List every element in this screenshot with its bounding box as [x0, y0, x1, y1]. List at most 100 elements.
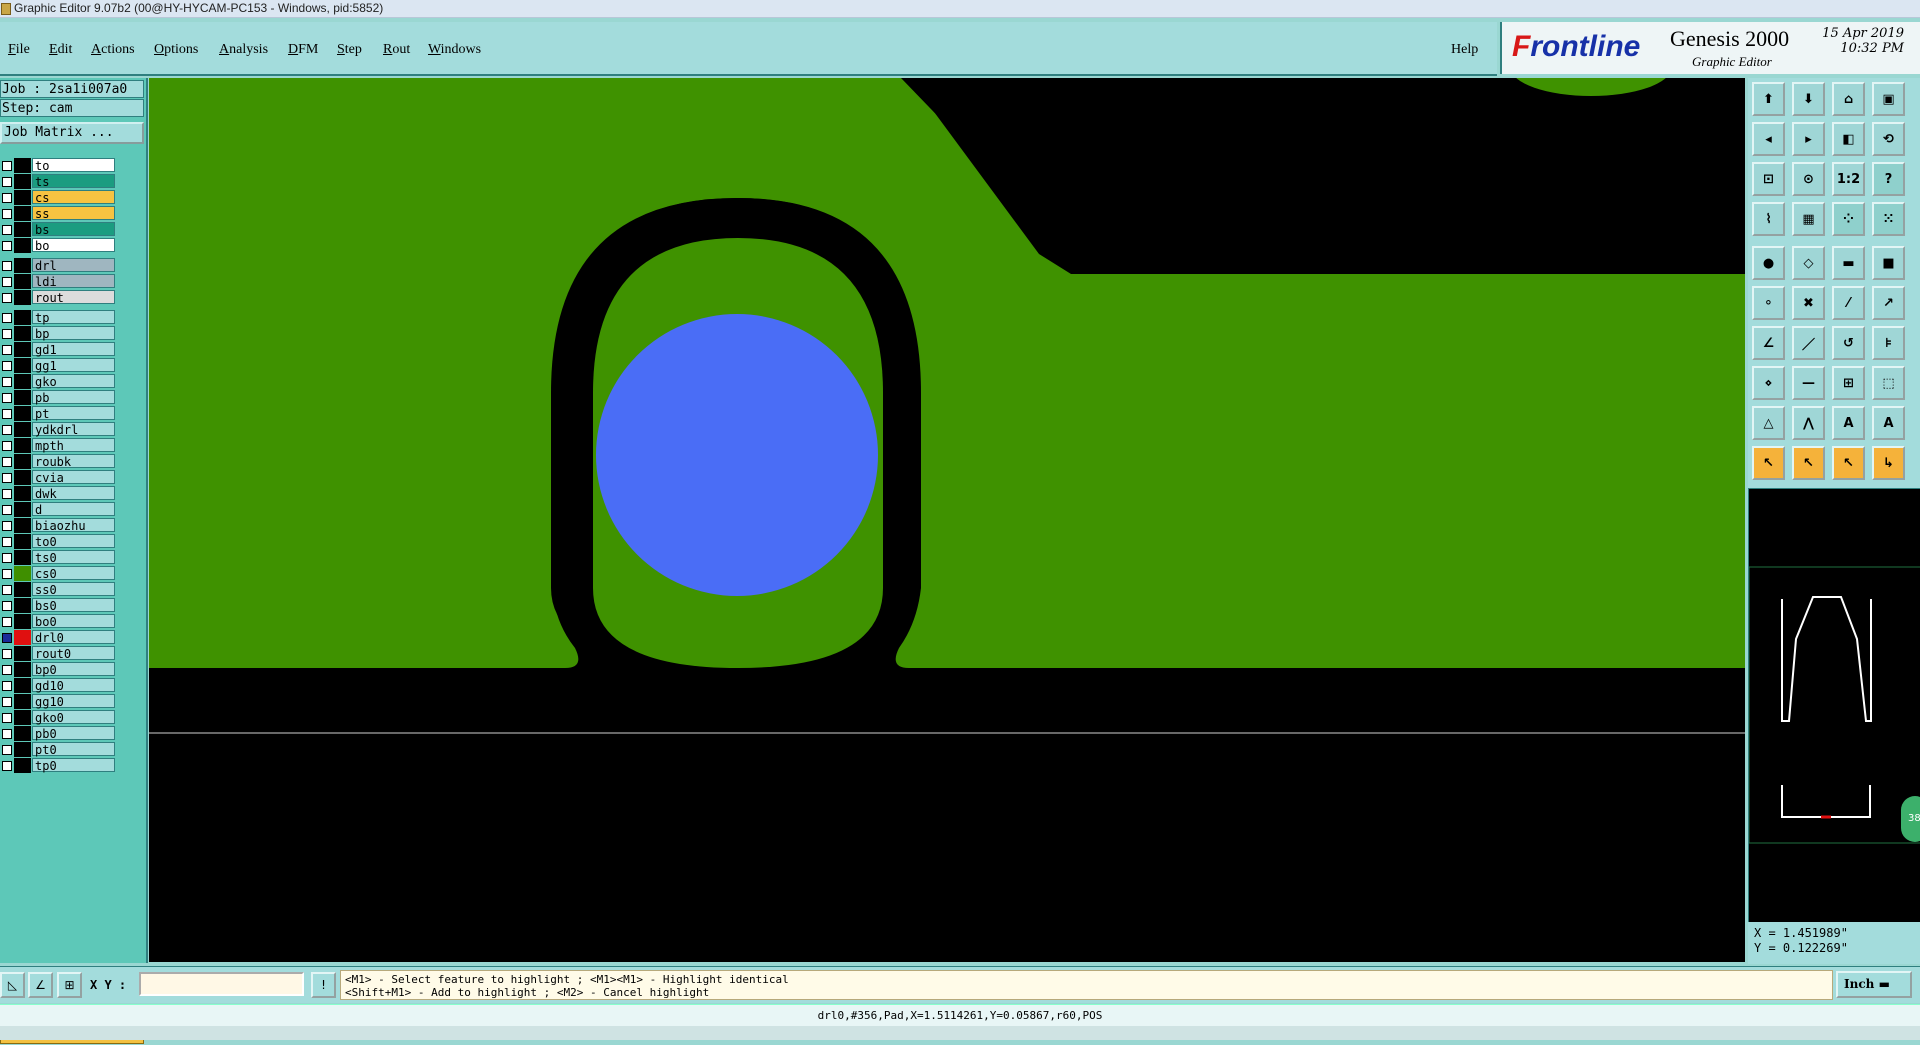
circle-icon[interactable]: ⬚	[1872, 366, 1905, 400]
redraw-icon[interactable]: ⟲	[1872, 122, 1905, 156]
layer-color-swatch[interactable]	[14, 726, 31, 741]
menu-actions[interactable]: Actions	[91, 42, 135, 58]
select-net-icon[interactable]: ↳	[1872, 446, 1905, 480]
layer-checkbox[interactable]	[2, 601, 12, 611]
layer-row-bo0[interactable]: bo0	[0, 614, 118, 629]
layer-row-cs[interactable]: cs	[0, 190, 118, 205]
layer-color-swatch[interactable]	[14, 710, 31, 725]
scale-1-2-icon[interactable]: 1:2	[1832, 162, 1865, 196]
menu-options[interactable]: Options	[154, 42, 198, 58]
layer-name[interactable]: pt0	[32, 742, 115, 757]
layer-checkbox[interactable]	[2, 261, 12, 271]
layer-color-swatch[interactable]	[14, 206, 31, 221]
delete-icon[interactable]: ✖	[1792, 286, 1825, 320]
layer-name[interactable]: bo0	[32, 614, 115, 629]
graphic-canvas[interactable]	[149, 78, 1745, 962]
layer-name[interactable]: bp	[32, 326, 115, 341]
layer-name[interactable]: ldi	[32, 274, 115, 289]
layer-color-swatch[interactable]	[14, 438, 31, 453]
select-box-icon[interactable]: ↖	[1832, 446, 1865, 480]
layer-name[interactable]: gg1	[32, 358, 115, 373]
layer-checkbox[interactable]	[2, 729, 12, 739]
window-icon[interactable]: ▣	[1872, 82, 1905, 116]
layer-name[interactable]: pb	[32, 390, 115, 405]
layer-name[interactable]: rout0	[32, 646, 115, 661]
center-icon[interactable]: ⊞	[1832, 366, 1865, 400]
measure-icon[interactable]: ◺	[0, 972, 25, 998]
layer-row-rout[interactable]: rout	[0, 290, 118, 305]
layer-row-d[interactable]: d	[0, 502, 118, 517]
layer-checkbox[interactable]	[2, 697, 12, 707]
layer-checkbox[interactable]	[2, 329, 12, 339]
layer-row-tp0[interactable]: tp0	[0, 758, 118, 773]
open-job-icon[interactable]: ⬆	[1752, 82, 1785, 116]
layer-name[interactable]: ts	[32, 174, 115, 189]
layer-color-swatch[interactable]	[14, 258, 31, 273]
layer-checkbox[interactable]	[2, 441, 12, 451]
layer-row-pb0[interactable]: pb0	[0, 726, 118, 741]
layer-checkbox[interactable]	[2, 177, 12, 187]
node-icon[interactable]: ⋄	[1752, 366, 1785, 400]
layer-color-swatch[interactable]	[14, 174, 31, 189]
layer-name[interactable]: ts0	[32, 550, 115, 565]
pan-icon[interactable]: ◧	[1832, 122, 1865, 156]
layer-name[interactable]: to	[32, 158, 115, 173]
layer-checkbox[interactable]	[2, 505, 12, 515]
layer-color-swatch[interactable]	[14, 742, 31, 757]
snap-icon[interactable]: ⁘	[1832, 202, 1865, 236]
connect-icon[interactable]: ⚬	[1752, 286, 1785, 320]
layer-name[interactable]: bs	[32, 222, 115, 237]
layer-color-swatch[interactable]	[14, 470, 31, 485]
home-icon[interactable]: ⌂	[1832, 82, 1865, 116]
layer-color-swatch[interactable]	[14, 158, 31, 173]
layer-name[interactable]: pt	[32, 406, 115, 421]
layer-checkbox[interactable]	[2, 713, 12, 723]
select-plus-icon[interactable]: ↖	[1792, 446, 1825, 480]
layer-color-swatch[interactable]	[14, 326, 31, 341]
layer-checkbox[interactable]	[2, 393, 12, 403]
layer-color-swatch[interactable]	[14, 646, 31, 661]
layer-name[interactable]: cvia	[32, 470, 115, 485]
layer-color-swatch[interactable]	[14, 662, 31, 677]
job-matrix-button[interactable]: Job Matrix ...	[0, 122, 144, 144]
layer-checkbox[interactable]	[2, 425, 12, 435]
grid-icon[interactable]: ▦	[1792, 202, 1825, 236]
zoom-prev-icon[interactable]: ◂	[1752, 122, 1785, 156]
layer-color-swatch[interactable]	[14, 534, 31, 549]
layer-name[interactable]: ss0	[32, 582, 115, 597]
layer-row-cvia[interactable]: cvia	[0, 470, 118, 485]
layer-name[interactable]: ydkdrl	[32, 422, 115, 437]
layer-row-roubk[interactable]: roubk	[0, 454, 118, 469]
text-a2-icon[interactable]: A	[1872, 406, 1905, 440]
layer-checkbox[interactable]	[2, 225, 12, 235]
menu-windows[interactable]: Windows	[428, 42, 481, 58]
layer-checkbox[interactable]	[2, 761, 12, 771]
layer-color-swatch[interactable]	[14, 550, 31, 565]
layer-color-swatch[interactable]	[14, 518, 31, 533]
layer-name[interactable]: gd10	[32, 678, 115, 693]
menu-dfm[interactable]: DFM	[288, 42, 318, 58]
layer-row-tp[interactable]: tp	[0, 310, 118, 325]
layer-name[interactable]: d	[32, 502, 115, 517]
layer-checkbox[interactable]	[2, 457, 12, 467]
angle-icon[interactable]: ∠	[1752, 326, 1785, 360]
layer-color-swatch[interactable]	[14, 238, 31, 253]
info-icon[interactable]: !	[311, 972, 336, 998]
layer-row-ldi[interactable]: ldi	[0, 274, 118, 289]
layer-color-swatch[interactable]	[14, 678, 31, 693]
layer-checkbox[interactable]	[2, 361, 12, 371]
layer-row-bp[interactable]: bp	[0, 326, 118, 341]
layer-color-swatch[interactable]	[14, 274, 31, 289]
zoom-fit-icon[interactable]: ⊙	[1792, 162, 1825, 196]
layer-color-swatch[interactable]	[14, 454, 31, 469]
layer-checkbox[interactable]	[2, 313, 12, 323]
layer-name[interactable]: to0	[32, 534, 115, 549]
layer-row-gd1[interactable]: gd1	[0, 342, 118, 357]
layer-row-bs0[interactable]: bs0	[0, 598, 118, 613]
layer-row-mpth[interactable]: mpth	[0, 438, 118, 453]
layer-name[interactable]: gko0	[32, 710, 115, 725]
snap-grid-icon[interactable]: ⁙	[1872, 202, 1905, 236]
layer-color-swatch[interactable]	[14, 310, 31, 325]
layer-checkbox[interactable]	[2, 569, 12, 579]
layer-color-swatch[interactable]	[14, 614, 31, 629]
